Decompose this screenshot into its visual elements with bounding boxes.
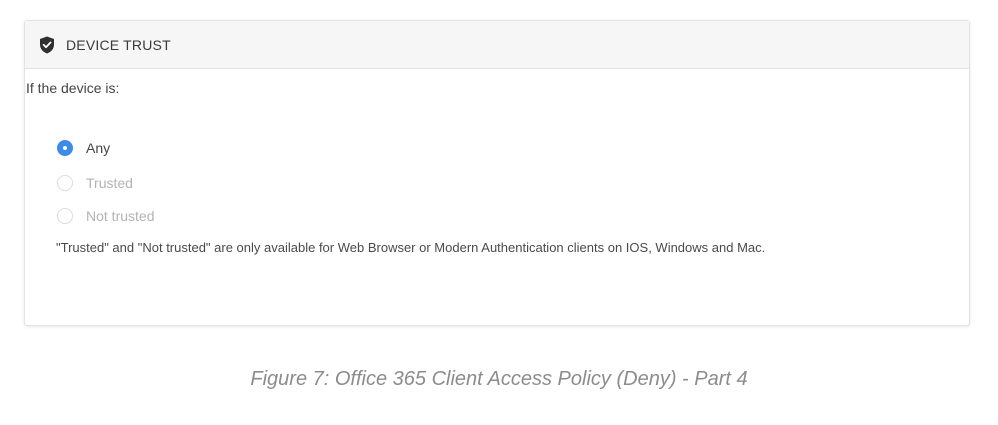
shield-check-icon (39, 36, 55, 54)
panel-title: DEVICE TRUST (66, 36, 171, 53)
radio-option-not-trusted[interactable]: Not trusted (57, 208, 154, 224)
availability-note: "Trusted" and "Not trusted" are only ava… (56, 240, 766, 255)
device-trust-panel: DEVICE TRUST (24, 20, 970, 326)
radio-option-trusted[interactable]: Trusted (57, 175, 133, 191)
radio-option-any[interactable]: Any (57, 140, 110, 156)
panel-header: DEVICE TRUST (25, 21, 969, 69)
device-question-label: If the device is: (26, 80, 120, 96)
radio-label-trusted: Trusted (86, 175, 133, 191)
radio-button-not-trusted[interactable] (57, 208, 73, 224)
radio-label-not-trusted: Not trusted (86, 208, 155, 224)
radio-button-any[interactable] (57, 140, 73, 156)
radio-label-any: Any (86, 140, 111, 156)
radio-button-trusted[interactable] (57, 175, 73, 191)
figure-caption: Figure 7: Office 365 Client Access Polic… (250, 368, 748, 390)
